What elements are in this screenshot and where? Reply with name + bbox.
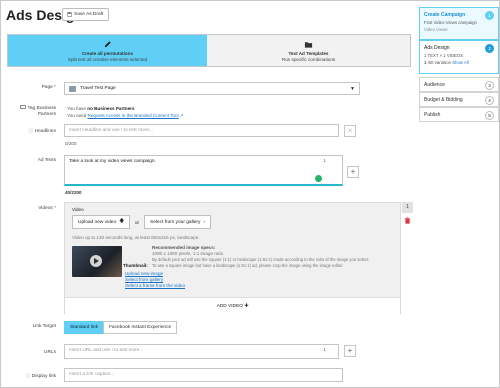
folder-icon: [304, 42, 313, 48]
step-ads-design[interactable]: Ads Design 1 TEXT × 1 VIDEOS 1 /50 varia…: [419, 40, 499, 74]
step-number: 2: [485, 44, 494, 53]
headlines-label: ⓘ Headlines: [28, 129, 57, 134]
upload-icon: 🡅: [119, 219, 125, 224]
recommended-line1: 1080 x 1080 pixels, 1:1 image ratio: [152, 251, 224, 256]
step-subtitle: First Video Views campaign: [424, 20, 477, 25]
adtexts-count: 1: [323, 159, 326, 164]
step-subtitle: 1 TEXT × 1 VIDEOS: [424, 53, 464, 58]
step-detail: Video Views: [424, 27, 448, 32]
link-target-label: Link Target: [32, 324, 56, 329]
adtexts-label: Ad Texts: [37, 158, 56, 163]
play-icon: [90, 255, 102, 267]
step-number: 5: [485, 111, 494, 120]
display-link-label: ⓘ Display link: [25, 374, 56, 379]
step-number: 4: [485, 96, 494, 105]
show-all-link[interactable]: Show All: [452, 60, 468, 65]
recommended-title: Recommended image specs:: [152, 245, 216, 250]
adtexts-counter: 40/2200: [65, 190, 82, 195]
urls-label: URLs: [44, 350, 56, 355]
save-draft-button[interactable]: Save As Draft: [62, 8, 109, 21]
tag-partners-request: You need Request Access in the Branded C…: [67, 113, 184, 118]
step-title: Ads Design: [424, 45, 450, 51]
videos-label: Videos *: [38, 206, 56, 211]
add-url-button[interactable]: +: [344, 345, 356, 357]
help-icon: ⓘ: [28, 129, 34, 134]
step-create-campaign[interactable]: Create Campaign First Video Views campai…: [419, 7, 499, 40]
video-hint: Video up to 120 seconds long, at least 6…: [72, 235, 200, 240]
thumb-gallery-link[interactable]: Select from gallery: [125, 277, 163, 282]
tab-title: Create all permutations: [81, 51, 134, 56]
step-title: Audience: [424, 82, 445, 88]
help-icon: ⓘ: [25, 374, 31, 379]
chevron-right-icon: ›: [203, 219, 205, 225]
page-label: Page *: [41, 85, 56, 90]
external-link-icon: ↗: [179, 113, 184, 118]
step-title: Create Campaign: [424, 12, 466, 18]
recommended-line3: To use a square image but have a landsca…: [152, 263, 344, 268]
select-gallery-label: Select from your gallery: [150, 219, 201, 225]
upload-video-label: Upload new video: [78, 219, 117, 225]
step-title: Publish: [424, 112, 441, 118]
adtexts-textarea[interactable]: Take a look at my video views campaign. …: [64, 155, 343, 186]
thumb-frame-link[interactable]: Select a frame from the video: [125, 283, 185, 288]
add-video-label: ADD VIDEO: [216, 304, 243, 309]
trash-icon[interactable]: [404, 217, 411, 224]
tag-partners-status: You have no Business Partners: [67, 106, 135, 111]
campaign-steps-sidebar: Create Campaign First Video Views campai…: [419, 7, 499, 122]
urls-input[interactable]: Insert URL and use ! to test more... 1: [64, 344, 339, 359]
video-panel: Video Upload new video 🡅 or Select from …: [64, 202, 401, 314]
tab-subtitle: Run specific combinations: [281, 57, 336, 62]
video-thumbnail[interactable]: [72, 246, 122, 277]
video-section-title: Video: [72, 207, 84, 212]
thumbnail-label: Thumbnail:: [123, 263, 148, 268]
save-icon: [67, 12, 72, 17]
ads-design-screen: Ads Design Save As Draft Create all perm…: [0, 0, 500, 388]
branded-content-link[interactable]: Request Access in the Branded Content To…: [88, 113, 179, 118]
urls-count: 1: [323, 348, 326, 353]
pencil-icon: [104, 41, 111, 48]
headlines-counter: 0/200: [65, 141, 77, 146]
step-detail: 1 /50 variation Show All: [424, 60, 469, 65]
clear-headline-button[interactable]: ×: [344, 125, 356, 137]
tab-text-ad-templates[interactable]: Text Ad Templates Run specific combinati…: [207, 35, 410, 66]
adtexts-value: Take a look at my video views campaign.: [69, 159, 156, 164]
tag-partners-label: Tag Business Partners: [6, 105, 56, 118]
tab-subtitle: Split test all creative elements selecte…: [67, 57, 148, 62]
save-draft-label: Save As Draft: [74, 12, 104, 17]
tab-create-all-permutations[interactable]: Create all permutations Split test all c…: [8, 35, 207, 66]
thumb-upload-link[interactable]: Upload new image: [125, 271, 163, 276]
link-instant-toggle[interactable]: Facebook Instant Experience: [103, 321, 178, 334]
page-icon: [69, 85, 76, 92]
add-icon: ✚: [244, 304, 249, 309]
step-budget-bidding[interactable]: Budget & Bidding 4: [419, 92, 499, 107]
headlines-input[interactable]: Insert Headline and use ! to test more..…: [64, 124, 339, 137]
emoji-icon[interactable]: [315, 175, 322, 182]
display-link-input[interactable]: Insert a link caption...: [64, 368, 343, 382]
or-text: or: [135, 220, 140, 225]
recommended-line2: By default your ad will use the square (…: [152, 257, 370, 262]
step-number: 3: [485, 81, 494, 90]
step-audience[interactable]: Audience 3: [419, 77, 499, 92]
step-publish[interactable]: Publish 5: [419, 107, 499, 122]
tag-icon: [20, 105, 27, 109]
link-standard-toggle[interactable]: Standard link: [64, 321, 104, 334]
add-adtext-button[interactable]: +: [347, 166, 359, 178]
page-select[interactable]: Travel Test Page ▼: [64, 82, 360, 95]
step-number: 1: [485, 11, 494, 20]
chevron-down-icon: ▼: [350, 85, 355, 92]
add-video-button[interactable]: ADD VIDEO ✚: [65, 297, 400, 314]
urls-placeholder: Insert URL and use ! to test more...: [69, 348, 144, 353]
page-select-value: Travel Test Page: [80, 86, 116, 91]
permutation-mode-tabs: Create all permutations Split test all c…: [7, 34, 411, 67]
video-index: 1: [402, 202, 413, 213]
tab-title: Text Ad Templates: [288, 51, 329, 56]
select-gallery-button[interactable]: Select from your gallery ›: [144, 215, 211, 229]
step-title: Budget & Bidding: [424, 97, 463, 103]
upload-video-button[interactable]: Upload new video 🡅: [72, 215, 131, 229]
